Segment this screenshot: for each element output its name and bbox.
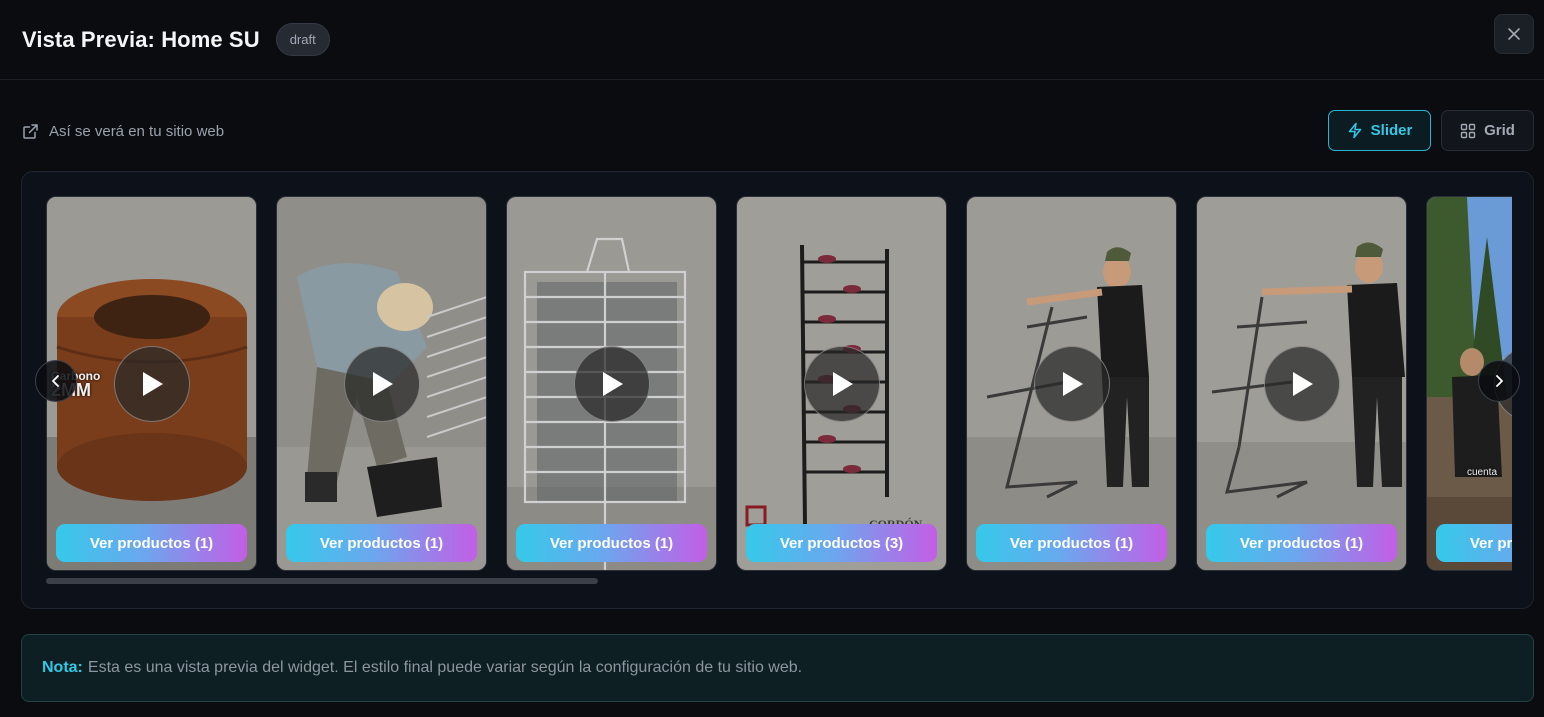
video-carousel: Carbono2MM Ver productos (1) [21,171,1534,609]
carousel-prev-button[interactable] [35,360,77,402]
view-products-button[interactable]: Ver productos (1) [516,524,707,562]
zap-icon [1348,122,1361,139]
play-icon [1063,372,1083,396]
note-text: Esta es una vista previa del widget. El … [87,659,803,676]
view-products-button[interactable]: Ver productos (1) [1206,524,1397,562]
play-button[interactable] [574,346,650,422]
close-button[interactable] [1494,14,1534,54]
grid-mode-button[interactable]: Grid [1441,110,1534,151]
view-products-button[interactable]: Ver productos (1) [286,524,477,562]
play-icon [603,372,623,396]
slider-mode-label: Slider [1370,122,1413,139]
status-badge: draft [275,23,330,56]
play-button[interactable] [804,346,880,422]
view-products-button[interactable]: Ver productos (1) [56,524,247,562]
carousel-next-button[interactable] [1478,360,1520,402]
play-icon [143,372,163,396]
chevron-right-icon [1496,375,1503,387]
video-card[interactable]: CORDÓN Ver productos (3) [736,196,947,571]
page-title: Vista Previa: Home SU [22,26,260,52]
close-icon [1508,28,1520,40]
modal-header: Vista Previa: Home SU draft [0,0,1544,80]
play-icon [373,372,393,396]
video-card[interactable]: Carbono2MM Ver productos (1) [46,196,257,571]
external-link-icon [23,123,38,139]
video-card[interactable]: Ver productos (1) [506,196,717,571]
view-products-button[interactable]: Ver productos (1) [976,524,1167,562]
grid-mode-label: Grid [1484,122,1515,139]
view-products-button[interactable]: Ver productos (1) [1436,524,1512,562]
chevron-left-icon [52,375,59,387]
note-label: Nota: [42,659,83,676]
play-button[interactable] [114,346,190,422]
preview-hint-text: Así se verá en tu sitio web [49,122,225,140]
play-icon [1293,372,1313,396]
video-overlay-text: cuenta [1467,467,1498,478]
view-products-button[interactable]: Ver productos (3) [746,524,937,562]
play-button[interactable] [344,346,420,422]
play-button[interactable] [1034,346,1110,422]
slider-mode-button[interactable]: Slider [1328,110,1431,151]
carousel-scrollbar[interactable] [46,578,598,584]
video-card[interactable]: Ver productos (1) [1196,196,1407,571]
play-button[interactable] [1264,346,1340,422]
carousel-track[interactable]: Carbono2MM Ver productos (1) [46,195,1512,572]
video-card[interactable]: Ver productos (1) [966,196,1177,571]
play-icon [833,372,853,396]
video-card[interactable]: Ver productos (1) [276,196,487,571]
grid-icon [1460,123,1476,138]
preview-note: Nota: Esta es una vista previa del widge… [21,634,1534,702]
preview-hint: Así se verá en tu sitio web [22,120,224,142]
